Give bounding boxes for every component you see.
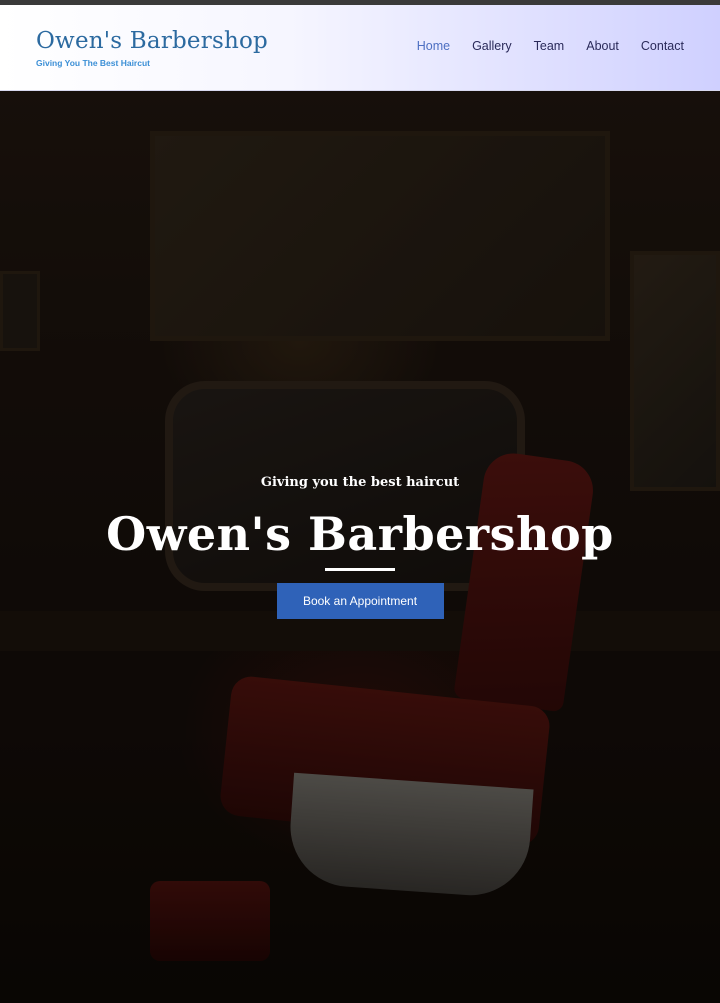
nav-team[interactable]: Team [534,39,565,53]
brand-tagline: Giving You The Best Haircut [36,58,150,68]
hero-content: Giving you the best haircut Owen's Barbe… [0,474,720,619]
hero-subtitle: Giving you the best haircut [260,475,460,490]
brand[interactable]: Owen's Barbershop Giving You The Best Ha… [36,27,268,68]
brand-title[interactable]: Owen's Barbershop [36,27,268,55]
main-nav: Home Gallery Team About Contact [417,39,684,53]
nav-gallery[interactable]: Gallery [472,39,512,53]
nav-about[interactable]: About [586,39,619,53]
nav-contact[interactable]: Contact [641,39,684,53]
site-header: Owen's Barbershop Giving You The Best Ha… [0,5,720,91]
hero-title: Owen's Barbershop [106,507,614,561]
nav-home[interactable]: Home [417,39,450,53]
book-appointment-button[interactable]: Book an Appointment [276,583,444,619]
hero-section: Giving you the best haircut Owen's Barbe… [0,91,720,1003]
hero-title-underline [325,568,395,571]
